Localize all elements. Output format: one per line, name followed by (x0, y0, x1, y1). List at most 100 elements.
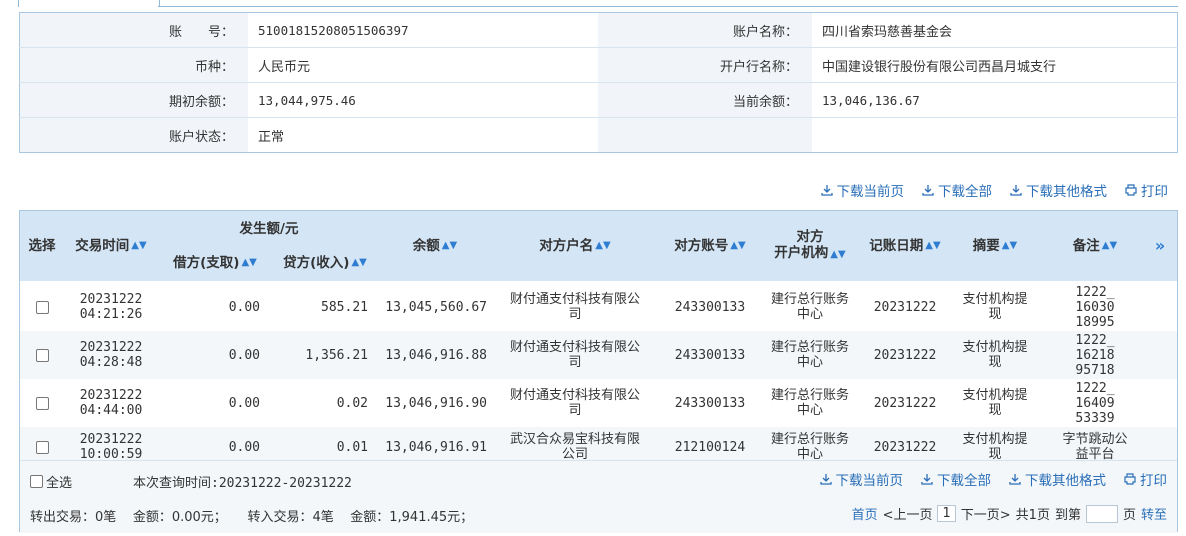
cell-trade-date: 20231222 (79, 388, 143, 403)
printer-icon (1124, 473, 1136, 485)
print-label: 打印 (1141, 184, 1168, 200)
next-page-link[interactable]: 下一页> (961, 504, 1011, 523)
cell-remark: 1222_ (1075, 332, 1115, 348)
cell-remark: 1222_ (1075, 380, 1115, 396)
cell-counterparty-name: 财付通支付科技有限公 (509, 388, 640, 403)
header-counterparty-name[interactable]: 对方户名 ▲▼ (490, 211, 660, 281)
select-all-checkbox[interactable] (30, 475, 43, 488)
cell-counterparty-bank: 建行总行账务 (770, 388, 849, 403)
account-info-panel: 账 号： 51001815208051506397 账户名称： 四川省索玛慈善基… (19, 12, 1178, 153)
cell-remark: 18995 (1075, 314, 1115, 330)
cell-remark: 53339 (1075, 410, 1115, 426)
bank-label: 开户行名称： (598, 47, 812, 83)
header-counterparty-bank[interactable]: 对方 开户机构 ▲▼ (760, 211, 860, 281)
print-link[interactable]: 打印 (1124, 469, 1167, 489)
printer-icon (1125, 184, 1137, 196)
pagination: 首页 <上一页 1 下一页> 共1页 到第 页 转至 (852, 504, 1167, 523)
cell-trade-date: 20231222 (79, 432, 143, 447)
prev-page-link[interactable]: <上一页 (883, 504, 933, 523)
download-page-label: 下载当前页 (835, 473, 904, 489)
query-time: 本次查询时间:20231222-20231222 (133, 476, 352, 491)
download-all-link[interactable]: 下载全部 (921, 469, 991, 489)
tab-strip (0, 0, 1186, 8)
download-other-label: 下载其他格式 (1026, 184, 1107, 200)
cell-summary: 现 (988, 403, 1002, 418)
opening-balance-label: 期初余额： (19, 82, 248, 118)
table-row[interactable]: 20231222 04:21:26 0.00 585.21 13,045,560.67 财… (20, 283, 1177, 331)
status-label: 账户状态： (19, 117, 248, 153)
cell-trade-time: 04:44:00 (79, 403, 143, 418)
cell-counterparty-name: 武汉合众易宝科技有限 (509, 432, 640, 447)
goto-prefix: 到第 (1054, 508, 1081, 523)
sort-icon: ▲▼ (730, 240, 746, 251)
out-amount: 金额：0.00元； (132, 510, 227, 525)
header-credit[interactable]: 贷方(收入) ▲▼ (270, 253, 380, 273)
download-other-link[interactable]: 下载其他格式 (1009, 469, 1106, 489)
total-pages: 共1页 (1015, 508, 1050, 523)
table-row[interactable]: 20231222 04:44:00 0.00 0.02 13,046,916.90 财付通… (20, 379, 1177, 427)
cell-summary: 现 (988, 355, 1002, 370)
cell-credit: 585.21 (321, 299, 368, 315)
active-tab[interactable] (18, 0, 160, 7)
sort-icon: ▲▼ (131, 240, 147, 251)
cell-summary: 现 (988, 307, 1002, 322)
select-all[interactable]: 全选 (30, 472, 72, 491)
sort-icon: ▲▼ (1101, 240, 1118, 251)
cell-remark: 16218 (1075, 347, 1115, 363)
current-page[interactable]: 1 (937, 505, 956, 522)
sort-icon: ▲▼ (441, 240, 458, 251)
out-count: 转出交易：0笔 (30, 510, 117, 525)
account-name-value: 四川省索玛慈善基金会 (812, 12, 1178, 48)
cell-trade-date: 20231222 (79, 292, 143, 307)
row-checkbox[interactable] (35, 300, 49, 314)
download-icon (921, 474, 933, 485)
cell-remark: 16409 (1075, 395, 1115, 411)
print-link[interactable]: 打印 (1125, 180, 1168, 200)
cell-remark: 16030 (1075, 299, 1115, 315)
download-page-label: 下载当前页 (836, 184, 905, 200)
cell-counterparty-bank: 中心 (796, 355, 823, 370)
table-row[interactable]: 20231222 04:28:48 0.00 1,356.21 13,046,916.8… (20, 331, 1177, 379)
goto-page-input[interactable] (1085, 504, 1118, 523)
cell-trade-date: 20231222 (79, 340, 143, 355)
cell-counterparty-bank: 建行总行账务 (770, 340, 849, 355)
row-checkbox[interactable] (35, 396, 49, 410)
header-balance[interactable]: 余额 ▲▼ (380, 211, 490, 281)
currency-value: 人民币元 (248, 47, 598, 83)
select-all-label: 全选 (46, 476, 73, 491)
in-count: 转入交易：4笔 (247, 510, 334, 525)
cell-counterparty-name: 财付通支付科技有限公 (509, 340, 640, 355)
table-header: 选择 交易时间 ▲▼ 发生额/元 借方(支取) ▲▼ 贷方(收入) ▲▼ 余额 ▲▼ 对… (20, 211, 1177, 281)
header-post-date[interactable]: 记账日期 ▲▼ (860, 211, 950, 281)
tab-divider (158, 6, 1178, 7)
download-page-link[interactable]: 下载当前页 (820, 180, 905, 200)
cell-debit: 0.00 (228, 395, 260, 411)
goto-button[interactable]: 转至 (1141, 504, 1167, 523)
cell-cp-account: 243300133 (674, 347, 746, 363)
download-other-link[interactable]: 下载其他格式 (1010, 180, 1107, 200)
row-checkbox[interactable] (35, 348, 49, 362)
cell-cp-account: 243300133 (674, 299, 746, 315)
header-remark[interactable]: 备注 ▲▼ (1040, 211, 1150, 281)
header-debit[interactable]: 借方(支取) ▲▼ (160, 253, 270, 273)
cell-summary: 支付机构提 (962, 388, 1028, 403)
row-checkbox[interactable] (35, 440, 49, 454)
cell-counterparty-name: 司 (568, 403, 582, 418)
cell-credit: 1,356.21 (305, 347, 368, 363)
more-columns-button[interactable]: » (1140, 211, 1180, 281)
header-amount-group: 发生额/元 (239, 221, 299, 237)
sort-icon: ▲▼ (925, 240, 941, 251)
header-summary[interactable]: 摘要 ▲▼ (950, 211, 1040, 281)
header-counterparty-account[interactable]: 对方账号 ▲▼ (660, 211, 760, 281)
header-time[interactable]: 交易时间 ▲▼ (64, 211, 158, 281)
download-page-link[interactable]: 下载当前页 (819, 469, 904, 489)
header-select: 选择 (28, 238, 56, 254)
download-all-label: 下载全部 (937, 473, 991, 489)
cell-post-date: 20231222 (873, 395, 937, 411)
sort-icon: ▲▼ (1001, 240, 1018, 251)
first-page-link[interactable]: 首页 (852, 504, 878, 523)
cell-debit: 0.00 (228, 347, 260, 363)
download-icon (1010, 185, 1022, 196)
cell-cp-account: 243300133 (674, 395, 746, 411)
download-all-link[interactable]: 下载全部 (922, 180, 992, 200)
